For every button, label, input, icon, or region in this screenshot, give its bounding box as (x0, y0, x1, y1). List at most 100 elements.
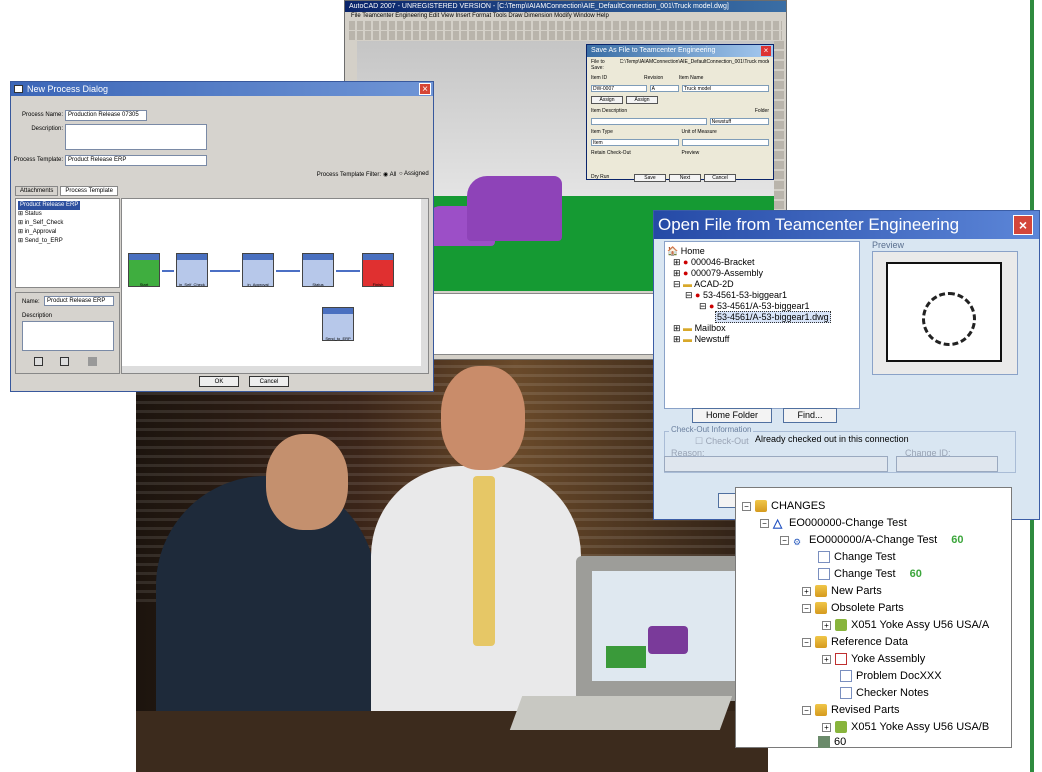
filter-assigned-radio[interactable]: ○ Assigned (399, 171, 429, 177)
tree-item-obsolete-item[interactable]: + X051 Yoke Assy U56 USA/A (822, 617, 989, 634)
tree-item-60[interactable]: 60 (818, 734, 846, 751)
close-icon[interactable]: × (761, 46, 771, 56)
tree-item[interactable]: Product Release ERP (18, 201, 117, 210)
node-finish[interactable]: Finish (362, 253, 394, 287)
tree-item[interactable]: ⊞ ● 000079-Assembly (667, 268, 857, 279)
checkout-checkbox[interactable]: ☐ Check-Out (695, 436, 749, 447)
tree-item[interactable]: ⊟ ● 53-4561-53-biggear1 (667, 290, 857, 301)
next-button[interactable]: Next (669, 174, 701, 182)
ok-button[interactable]: OK (199, 376, 239, 387)
tree-item-revised-parts[interactable]: − Revised Parts (802, 702, 899, 719)
print-icon[interactable] (34, 357, 43, 366)
tree-item[interactable]: ⊞ Send_to_ERP (18, 237, 117, 246)
tree-item-new-parts[interactable]: + New Parts (802, 583, 882, 600)
tree-item-doc[interactable]: Change Test 60 (818, 566, 922, 583)
bottom-button[interactable] (718, 493, 736, 508)
tree-item-eo-rev[interactable]: − ⚙ EO000000/A-Change Test 60 (780, 532, 963, 549)
tree-item[interactable]: ⊞ ▬ Newstuff (667, 334, 857, 345)
props-description-field[interactable] (22, 321, 114, 351)
unit-of-measure-label: Unit of Measure (681, 129, 717, 135)
process-name-input[interactable]: Production Release 07305 (65, 110, 147, 121)
reason-field[interactable] (664, 456, 888, 472)
node-send-to-erp[interactable]: Send_to_ERP (322, 307, 354, 341)
node-in-self-check[interactable]: in_Self_Check (176, 253, 208, 287)
name-field[interactable]: Product Release ERP (44, 296, 114, 306)
assign-button-2[interactable]: Assign (626, 96, 658, 104)
tab-attachments[interactable]: Attachments (15, 186, 59, 196)
tree-item[interactable]: ⊞ ● 000046-Bracket (667, 257, 857, 268)
save-icon[interactable] (60, 357, 69, 366)
tree-item-checker-notes[interactable]: Checker Notes (840, 685, 929, 702)
autocad-toolbar-1[interactable] (349, 21, 782, 30)
folder-label: Folder (754, 108, 769, 114)
node-in-approval[interactable]: in_Approval (242, 253, 274, 287)
find-button[interactable]: Find... (783, 408, 837, 423)
drawing-thumbnail (886, 262, 1002, 362)
necktie (473, 476, 495, 646)
file-tree[interactable]: 🏠 Home ⊞ ● 000046-Bracket ⊞ ● 000079-Ass… (664, 241, 860, 409)
assign-button[interactable]: Assign (591, 96, 623, 104)
tree-item-problem-doc[interactable]: Problem DocXXX (840, 668, 942, 685)
checkout-status: Already checked out in this connection (755, 434, 909, 444)
dry-run-checkbox[interactable]: Dry Run (591, 174, 631, 182)
description-label: Description: (31, 126, 63, 132)
save-as-title: Save As File to Teamcenter Engineering (591, 47, 716, 54)
horizontal-scrollbar[interactable] (122, 366, 428, 373)
close-icon[interactable]: × (1013, 215, 1033, 235)
item-description-field[interactable] (591, 118, 707, 125)
process-tree[interactable]: Product Release ERP ⊞ Status ⊞ in_Self_C… (15, 198, 120, 288)
process-template-select[interactable]: Product Release ERP (65, 155, 207, 166)
tree-item[interactable]: ⊞ ▬ Mailbox (667, 323, 857, 334)
revision-field[interactable]: A (649, 85, 679, 92)
autocad-menu-bar[interactable]: File Teamcenter Engineering Edit View In… (345, 12, 786, 20)
unit-of-measure-select[interactable] (681, 139, 769, 146)
save-button[interactable]: Save (634, 174, 666, 182)
autocad-toolbar-2[interactable] (349, 31, 782, 40)
close-icon[interactable]: × (419, 83, 431, 95)
workflow-canvas[interactable]: Start in_Self_Check in_Approval Status F… (121, 198, 429, 374)
preview-pane (872, 251, 1018, 375)
standing-man-head (441, 366, 525, 470)
tree-item-reference-data[interactable]: − Reference Data (802, 634, 908, 651)
autocad-title: AutoCAD 2007 - UNREGISTERED VERSION - [C… (345, 1, 786, 12)
file-to-save-label: File to Save: (591, 59, 605, 71)
retain-checkout-checkbox[interactable]: Retain Check-Out (591, 150, 679, 156)
item-name-field[interactable]: Truck model (681, 85, 769, 92)
tree-item-home[interactable]: 🏠 Home (667, 246, 857, 257)
node-start[interactable]: Start (128, 253, 160, 287)
tree-item[interactable]: ⊞ Status (18, 210, 117, 219)
tree-item-changes[interactable]: − CHANGES (742, 498, 825, 515)
save-as-cancel-button[interactable]: Cancel (704, 174, 736, 182)
node-status[interactable]: Status (302, 253, 334, 287)
change-id-field[interactable] (896, 456, 998, 472)
process-template-label: Process Template: (13, 157, 63, 163)
tree-item[interactable]: ⊞ in_Approval (18, 228, 117, 237)
filter-all-radio[interactable]: ◉ All (383, 171, 396, 178)
keyboard (509, 696, 733, 730)
tree-item[interactable]: 53-4561/A-53-biggear1.dwg (667, 311, 857, 323)
folder-select[interactable]: Newstuff (709, 118, 769, 125)
tree-item[interactable]: ⊟ ▬ ACAD-2D (667, 279, 857, 290)
item-type-select[interactable]: Item (591, 139, 679, 146)
tree-item-doc[interactable]: Change Test (818, 549, 896, 566)
settings-icon[interactable] (88, 357, 97, 366)
preview-label: Preview (872, 240, 905, 250)
preview-checkbox[interactable]: Preview (682, 150, 770, 156)
tab-process-template[interactable]: Process Template (60, 186, 118, 196)
cancel-button[interactable]: Cancel (249, 376, 289, 387)
item-id-field[interactable]: DW-0007 (591, 85, 647, 92)
seated-man-head (266, 434, 348, 530)
item-description-label: Item Description (591, 108, 628, 114)
tree-item-obsolete-parts[interactable]: − Obsolete Parts (802, 600, 904, 617)
open-file-title: Open File from Teamcenter Engineering (658, 215, 960, 234)
tree-item[interactable]: ⊞ in_Self_Check (18, 219, 117, 228)
changes-tree[interactable]: − CHANGES − △ EO000000-Change Test − ⚙ EO0000… (735, 487, 1012, 751)
vertical-scrollbar[interactable] (421, 199, 428, 373)
new-process-title-bar: New Process Dialog × (11, 82, 433, 96)
home-folder-button[interactable]: Home Folder (692, 408, 772, 423)
tree-item-yoke-assembly[interactable]: + Yoke Assembly (822, 651, 925, 668)
tree-item-eo[interactable]: − △ EO000000-Change Test (760, 515, 907, 532)
tree-item-revised-item[interactable]: + X051 Yoke Assy U56 USA/B (822, 719, 989, 736)
item-type-label: Item Type (591, 129, 613, 135)
description-input[interactable] (65, 124, 207, 150)
